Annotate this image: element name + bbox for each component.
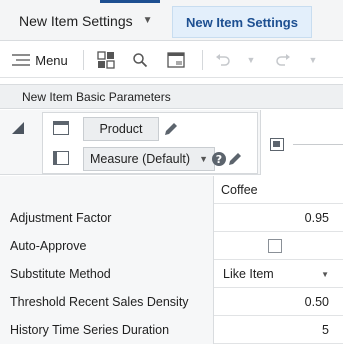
pencil-icon bbox=[165, 123, 177, 135]
menu-button[interactable]: Menu bbox=[10, 48, 70, 72]
redo-dropdown[interactable]: ▼ bbox=[306, 48, 320, 72]
table-row: History Time Series Duration 5 bbox=[0, 316, 343, 344]
column-header-coffee[interactable]: Coffee bbox=[215, 176, 337, 204]
auto-approve-cell bbox=[215, 232, 337, 260]
adjustment-factor-cell[interactable]: 0.95 bbox=[215, 204, 337, 232]
grid-header-row: Coffee bbox=[0, 176, 343, 204]
collapse-corner-icon[interactable] bbox=[12, 122, 24, 134]
row-label: History Time Series Duration bbox=[10, 323, 170, 337]
redo-button[interactable] bbox=[272, 48, 294, 72]
cell-value: 0.95 bbox=[304, 211, 329, 225]
table-icon bbox=[167, 52, 185, 68]
row-layout-icon bbox=[53, 121, 69, 135]
table-row: Adjustment Factor 0.95 bbox=[0, 204, 343, 232]
column-layout-icon bbox=[53, 151, 69, 165]
tab-dropdown-label: New Item Settings bbox=[19, 12, 133, 29]
row-label: Threshold Recent Sales Density bbox=[10, 295, 189, 309]
help-icon: ? bbox=[212, 152, 226, 166]
column-header-label: Coffee bbox=[221, 183, 258, 197]
measure-dimension-dropdown[interactable]: Measure (Default) ▼ bbox=[83, 147, 215, 171]
pencil-icon bbox=[229, 153, 241, 165]
row-label-cell: History Time Series Duration bbox=[0, 316, 214, 344]
panel-header: New Item Basic Parameters bbox=[0, 84, 343, 109]
tab-new-item-settings[interactable]: New Item Settings bbox=[172, 6, 312, 38]
tab-bar: New Item Settings ▼ New Item Settings bbox=[0, 0, 343, 41]
measure-label: Measure (Default) bbox=[90, 152, 191, 166]
svg-text:?: ? bbox=[216, 153, 222, 166]
row-label-cell: Auto-Approve bbox=[0, 232, 214, 260]
edit-product-button[interactable] bbox=[159, 117, 183, 141]
history-duration-cell[interactable]: 5 bbox=[215, 316, 337, 344]
chevron-down-icon: ▼ bbox=[321, 269, 329, 279]
chevron-down-icon: ▼ bbox=[308, 55, 318, 65]
search-button[interactable] bbox=[128, 48, 152, 72]
cell-value: Like Item bbox=[223, 267, 274, 281]
row-label: Substitute Method bbox=[10, 267, 111, 281]
redo-icon bbox=[276, 54, 290, 66]
undo-button[interactable] bbox=[212, 48, 234, 72]
panel-title: New Item Basic Parameters bbox=[22, 89, 171, 104]
cell-value: 5 bbox=[322, 323, 329, 337]
collapse-icon[interactable] bbox=[270, 138, 284, 151]
threshold-density-cell[interactable]: 0.50 bbox=[215, 288, 337, 316]
tab-label: New Item Settings bbox=[186, 14, 298, 30]
row-label-cell: Threshold Recent Sales Density bbox=[0, 288, 214, 316]
tab-dropdown[interactable]: New Item Settings ▼ bbox=[0, 0, 160, 41]
pivot-right-area bbox=[260, 110, 343, 175]
table-row: Substitute Method Like Item ▼ bbox=[0, 260, 343, 288]
layout-button[interactable] bbox=[94, 48, 118, 72]
layout-icon bbox=[97, 51, 115, 69]
product-dimension-chip[interactable]: Product bbox=[83, 117, 159, 141]
substitute-method-select[interactable]: Like Item ▼ bbox=[215, 260, 337, 288]
table-row: Threshold Recent Sales Density 0.50 bbox=[0, 288, 343, 316]
menu-label: Menu bbox=[35, 52, 68, 68]
table-view-button[interactable] bbox=[164, 48, 188, 72]
search-icon bbox=[133, 53, 148, 68]
hamburger-menu-icon bbox=[12, 54, 31, 66]
undo-dropdown[interactable]: ▼ bbox=[244, 48, 258, 72]
divider bbox=[293, 144, 343, 145]
row-label: Auto-Approve bbox=[10, 239, 87, 253]
row-label-cell: Substitute Method bbox=[0, 260, 214, 288]
toolbar: Menu ▼ ▼ bbox=[0, 42, 343, 78]
toolbar-divider bbox=[202, 50, 203, 70]
pivot-dimension-box: Product Measure (Default) ▼ ? bbox=[42, 112, 258, 174]
product-label: Product bbox=[99, 122, 143, 136]
row-label: Adjustment Factor bbox=[10, 211, 112, 225]
row-label-cell: Adjustment Factor bbox=[0, 204, 214, 232]
undo-icon bbox=[216, 54, 230, 66]
measure-help-edit[interactable]: ? bbox=[207, 147, 247, 171]
chevron-down-icon: ▼ bbox=[142, 15, 153, 26]
auto-approve-checkbox[interactable] bbox=[268, 239, 282, 253]
pivot-area: Product Measure (Default) ▼ ? bbox=[0, 110, 343, 175]
toolbar-divider bbox=[83, 50, 84, 70]
cell-value: 0.50 bbox=[304, 295, 329, 309]
grid-corner-cell bbox=[0, 176, 214, 204]
table-row: Auto-Approve bbox=[0, 232, 343, 260]
chevron-down-icon: ▼ bbox=[246, 55, 256, 65]
tab-accent-bar bbox=[100, 0, 160, 3]
